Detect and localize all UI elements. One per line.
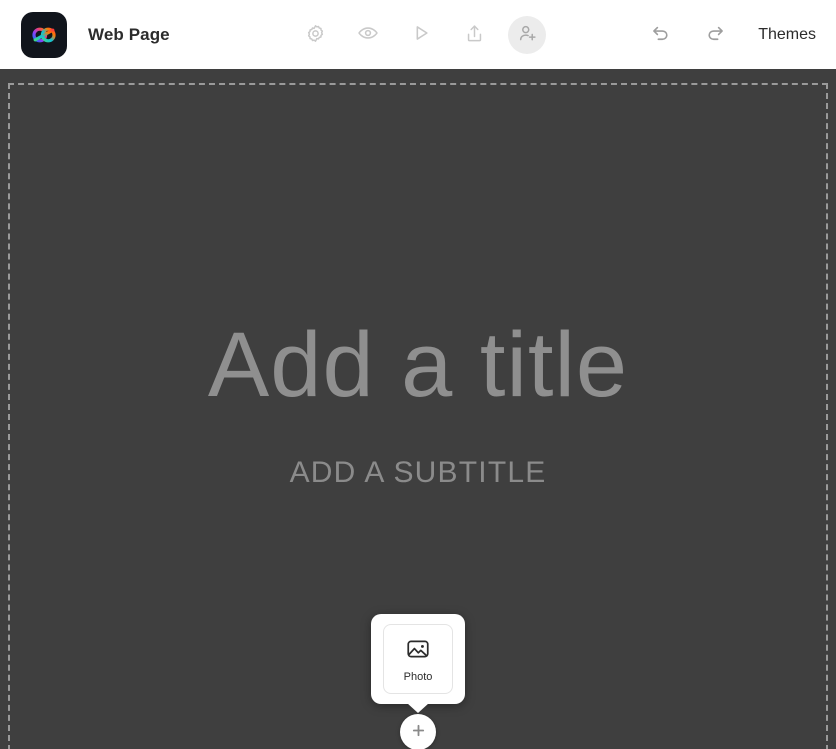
title-placeholder[interactable]: Add a title bbox=[0, 319, 836, 411]
invite-button[interactable] bbox=[508, 15, 546, 54]
document-title[interactable]: Web Page bbox=[88, 25, 170, 45]
header-right-actions: Themes bbox=[640, 16, 820, 54]
header-toolbar bbox=[296, 15, 546, 54]
photo-icon bbox=[405, 636, 431, 667]
add-person-icon bbox=[517, 23, 538, 47]
eye-icon bbox=[357, 22, 379, 47]
add-content-popover: Photo bbox=[371, 614, 465, 713]
design-canvas[interactable]: Add a title ADD A SUBTITLE Photo bbox=[0, 69, 836, 749]
present-button[interactable] bbox=[402, 16, 440, 54]
popover-tail bbox=[407, 703, 429, 713]
brand-area: Web Page bbox=[21, 11, 170, 58]
plus-icon bbox=[410, 722, 427, 742]
share-button[interactable] bbox=[455, 16, 493, 54]
undo-icon bbox=[648, 22, 671, 48]
play-icon bbox=[410, 22, 432, 47]
popover-item-photo-label: Photo bbox=[403, 670, 433, 683]
settings-button[interactable] bbox=[296, 16, 334, 54]
adobe-express-logo-icon[interactable] bbox=[21, 11, 67, 58]
app-root: Web Page Themes Add a title ADD A SUBTIT… bbox=[0, 0, 836, 749]
redo-icon bbox=[705, 22, 728, 48]
app-header: Web Page Themes bbox=[0, 0, 836, 69]
preview-button[interactable] bbox=[349, 16, 387, 54]
themes-button[interactable]: Themes bbox=[754, 20, 820, 50]
undo-button[interactable] bbox=[640, 16, 678, 54]
redo-button[interactable] bbox=[697, 16, 735, 54]
share-icon bbox=[464, 23, 485, 47]
gear-icon bbox=[305, 23, 326, 47]
subtitle-placeholder[interactable]: ADD A SUBTITLE bbox=[0, 458, 836, 488]
add-content-button[interactable] bbox=[400, 714, 436, 749]
popover-item-photo[interactable]: Photo bbox=[383, 624, 453, 694]
